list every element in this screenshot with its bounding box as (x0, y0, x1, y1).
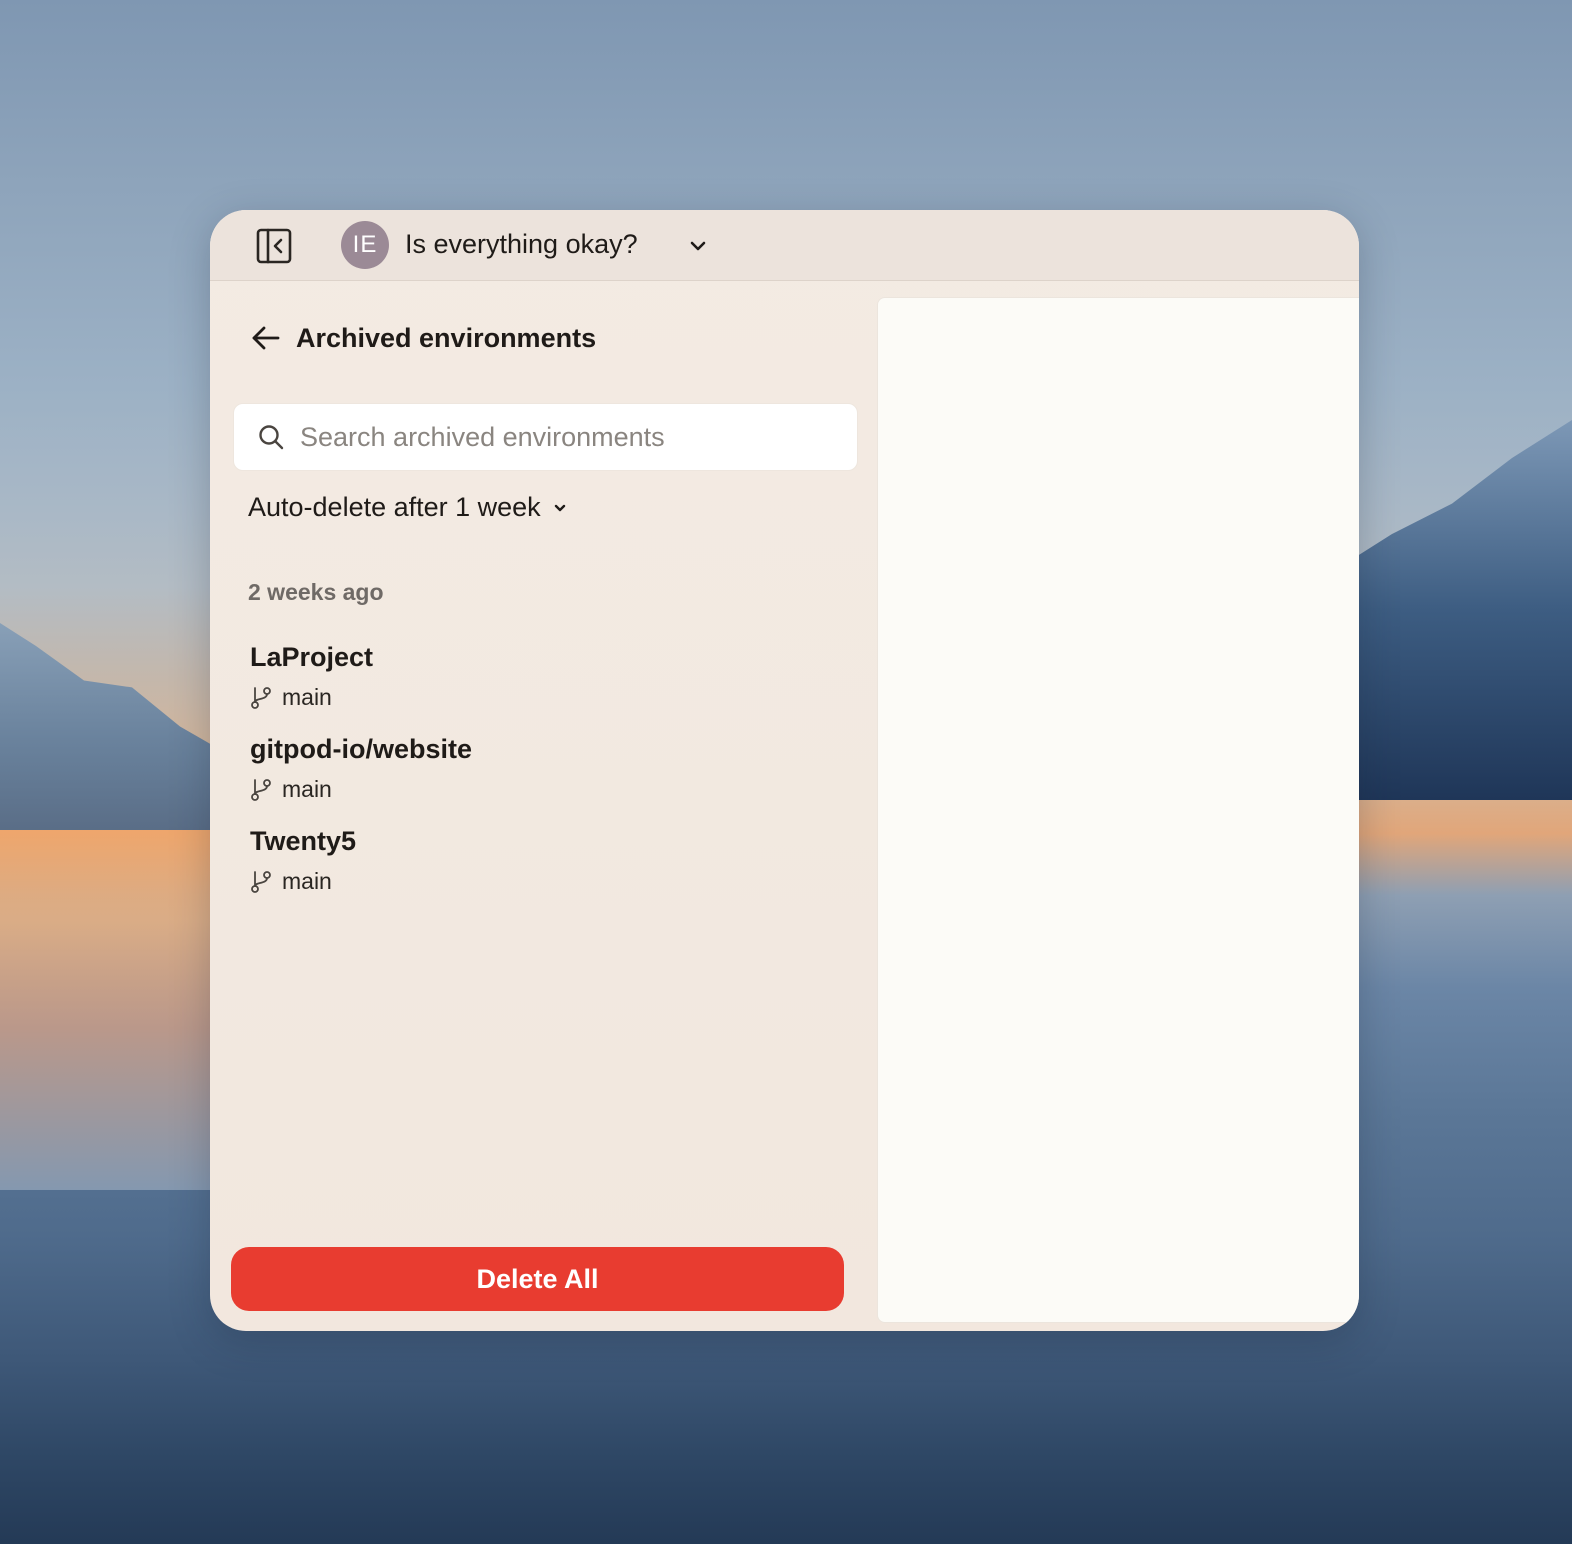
branch-label: main (282, 776, 332, 802)
detail-panel (877, 297, 1359, 1323)
title-bar: IE Is everything okay? (210, 210, 1359, 281)
environment-branch: main (250, 684, 332, 711)
page-title: Archived environments (296, 322, 597, 353)
arrow-left-icon[interactable] (250, 322, 282, 354)
environment-name: gitpod-io/website (250, 734, 472, 764)
auto-delete-dropdown[interactable]: Auto-delete after 1 week (248, 492, 567, 523)
environment-name: Twenty5 (250, 826, 357, 856)
branch-label: main (282, 868, 332, 894)
background-mountain-left (0, 623, 240, 830)
list-item-gitpod-website[interactable]: gitpod-io/website main (250, 734, 810, 814)
git-branch-icon (251, 870, 271, 893)
search-input[interactable] (298, 420, 822, 454)
git-branch-icon (251, 778, 271, 801)
app-window: IE Is everything okay? Archived environm… (210, 210, 1359, 1331)
chevron-down-icon (554, 504, 565, 511)
environment-branch: main (250, 868, 332, 895)
org-name[interactable]: Is everything okay? (405, 229, 638, 260)
git-branch-icon (251, 686, 271, 709)
environment-branch: main (250, 776, 332, 803)
auto-delete-label: Auto-delete after 1 week (248, 492, 541, 522)
list-item-twenty5[interactable]: Twenty5 main (250, 826, 810, 906)
background-sunset-glow (0, 830, 220, 1190)
branch-label: main (282, 684, 332, 710)
delete-all-button[interactable]: Delete All (231, 1247, 844, 1311)
chevron-down-icon[interactable] (688, 236, 708, 256)
avatar[interactable]: IE (341, 221, 389, 269)
background-mountain-right (1332, 420, 1572, 800)
page-header: Archived environments (250, 320, 596, 356)
environment-name: LaProject (250, 642, 374, 672)
sidebar-collapse-icon[interactable] (256, 228, 292, 264)
search-field[interactable] (233, 403, 858, 471)
group-heading: 2 weeks ago (248, 579, 384, 605)
search-icon (259, 425, 284, 450)
list-item-laproject[interactable]: LaProject main (250, 642, 810, 722)
